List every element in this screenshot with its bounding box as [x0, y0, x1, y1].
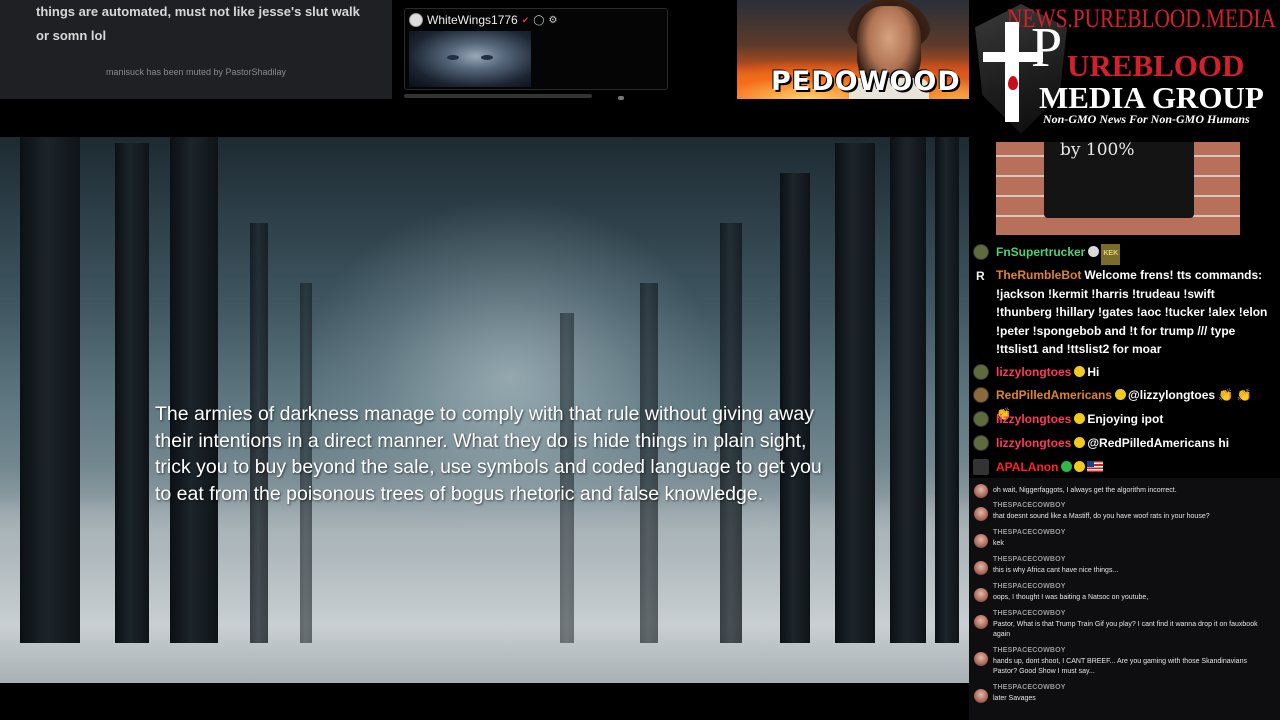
eye-shape [481, 55, 493, 60]
chat-username[interactable]: lizzylongtoes [996, 436, 1071, 450]
rumble-logo-icon: R [976, 269, 985, 283]
user-avatar[interactable] [974, 484, 988, 498]
shield-icon[interactable]: ◯ [533, 15, 544, 26]
scroll-dot[interactable] [618, 96, 624, 100]
chat-text: this is why Africa cant have nice things… [993, 567, 1119, 574]
user-avatar[interactable] [974, 652, 988, 666]
chat-username[interactable]: THESPACECOWBOY [993, 684, 1066, 691]
user-avatar[interactable] [973, 435, 989, 451]
chat-text: that doesnt sound like a Mastiff, do you… [993, 513, 1210, 520]
chat-username[interactable]: THESPACECOWBOY [993, 583, 1066, 590]
chat-text: Enjoying ipot [1087, 412, 1164, 426]
sign-text: by 100% [1060, 142, 1135, 160]
cross-icon [1005, 22, 1019, 122]
chat-shared-image: by 100% [996, 142, 1240, 235]
user-avatar[interactable] [974, 615, 988, 629]
chat-text: oops, I thought I was baiting a Natsoc o… [993, 594, 1149, 601]
chat-username[interactable]: THESPACECOWBOY [993, 556, 1066, 563]
tree-trunk [835, 143, 875, 643]
user-avatar[interactable] [973, 387, 989, 403]
pedowood-banner-image: PEDOWOOD [737, 0, 969, 99]
webcam-card[interactable]: WhiteWings1776 ✔ ◯ ⚙ [404, 8, 668, 90]
top-chat-panel: things are automated, must not like jess… [0, 0, 392, 99]
us-flag-icon [1087, 461, 1104, 472]
gear-icon[interactable]: ⚙ [548, 15, 557, 26]
tree-trunk [20, 137, 80, 643]
user-avatar[interactable] [974, 588, 988, 602]
user-avatar[interactable] [974, 689, 988, 703]
user-avatar[interactable] [973, 411, 989, 427]
emoji-icon [1074, 461, 1086, 472]
top-chat-message: things are automated, must not like jess… [36, 4, 360, 43]
mute-notice: manisuck has been muted by PastorShadila… [105, 67, 287, 77]
tree-trunk [890, 137, 926, 643]
chat-username[interactable]: lizzylongtoes [996, 365, 1071, 379]
webcam-header: WhiteWings1776 ✔ ◯ ⚙ [409, 13, 557, 27]
user-avatar[interactable] [973, 244, 989, 260]
chat-username[interactable]: FnSupertrucker [996, 245, 1085, 259]
pureblood-logo: NEWS.PUREBLOOD.MEDIA P UREBLOOD MEDIA GR… [969, 0, 1280, 142]
user-avatar[interactable] [974, 507, 988, 521]
user-avatar[interactable] [973, 459, 989, 475]
logo-word-media-group: MEDIA GROUP [1039, 80, 1264, 115]
verified-icon: ✔ [521, 14, 530, 25]
main-video-player[interactable]: The armies of darkness manage to comply … [0, 137, 969, 683]
logo-tagline: Non-GMO News For Non-GMO Humans [1043, 112, 1250, 126]
kek-badge: KEK [1101, 244, 1121, 265]
chat-text: oh wait, Niggerfaggots, I always get the… [993, 487, 1177, 494]
chat-username[interactable]: THESPACECOWBOY [993, 529, 1066, 536]
chat-username[interactable]: THESPACECOWBOY [993, 502, 1066, 509]
tree-trunk [115, 143, 149, 643]
emoji-icon [1074, 366, 1086, 377]
tree-trunk [170, 137, 218, 643]
user-avatar [409, 13, 423, 27]
chat-text: later Savages [993, 695, 1036, 702]
logo-word-ureblood: UREBLOOD [1067, 48, 1245, 83]
emoji-icon [1074, 437, 1086, 448]
video-subtitle: The armies of darkness manage to comply … [155, 403, 822, 505]
chat-username[interactable]: RedPilledAmericans [996, 388, 1112, 402]
chat-username[interactable]: THESPACECOWBOY [993, 647, 1066, 654]
chat-username[interactable]: TheRumbleBot [996, 268, 1081, 282]
user-avatar[interactable] [974, 534, 988, 548]
banner-text: PEDOWOOD [771, 66, 961, 97]
chat-text: Pastor, What is that Trump Train Gif you… [993, 621, 1258, 638]
video-bottom-bar [0, 683, 969, 720]
logo-letter-p: P [1031, 17, 1063, 79]
chat-text: hands up, dont shoot, I CANT BREEF... Ar… [993, 658, 1247, 675]
chat-text: kek [993, 540, 1004, 547]
scroll-track[interactable] [404, 94, 592, 98]
eye-shape [447, 55, 459, 60]
emoji-icon [1074, 413, 1086, 424]
webcam-username: WhiteWings1776 [427, 13, 518, 27]
emoji-icon [1088, 246, 1100, 257]
chat-text: @RedPilledAmericans hi [1087, 436, 1230, 450]
blood-drop-icon [1008, 76, 1018, 90]
webcam-video [409, 31, 531, 87]
emoji-icon [1115, 389, 1127, 400]
user-avatar[interactable] [974, 561, 988, 575]
emoji-icon [1061, 461, 1073, 472]
chat-text: Hi [1087, 365, 1100, 379]
chat-username[interactable]: APALAnon [996, 460, 1058, 474]
chat-username[interactable]: THESPACECOWBOY [993, 610, 1066, 617]
user-avatar[interactable] [973, 364, 989, 380]
chat-username[interactable]: lizzylongtoes [996, 412, 1071, 426]
tree-trunk [935, 137, 959, 643]
secondary-chat-panel: oh wait, Niggerfaggots, I always get the… [969, 478, 1280, 720]
